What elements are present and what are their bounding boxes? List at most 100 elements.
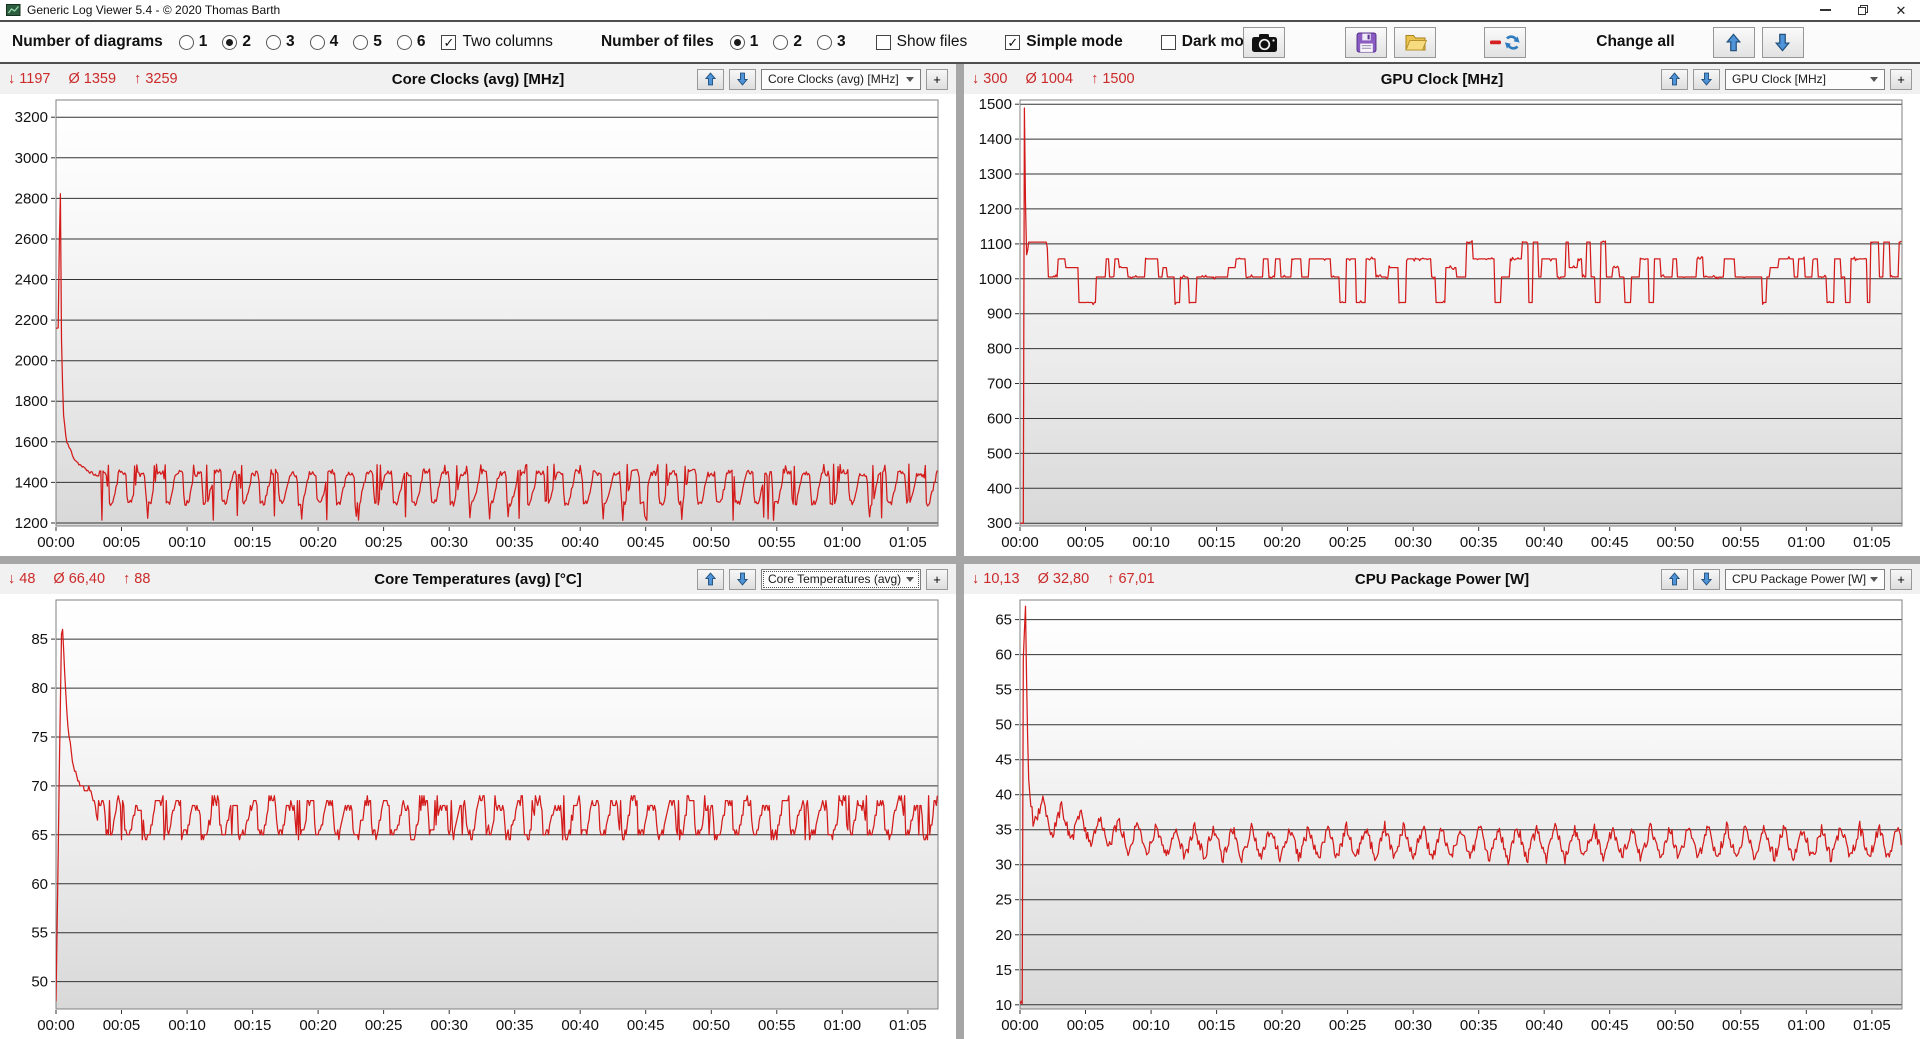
svg-text:01:00: 01:00 (824, 1017, 862, 1034)
radio-icon[interactable] (353, 35, 368, 50)
svg-text:01:00: 01:00 (1788, 534, 1826, 551)
svg-text:00:25: 00:25 (365, 1017, 403, 1034)
radio-icon[interactable] (773, 35, 788, 50)
add-metric-button[interactable]: + (926, 69, 948, 90)
metric-dropdown[interactable]: Core Clocks (avg) [MHz] (761, 69, 921, 90)
dark-mode-checkbox-box[interactable] (1161, 35, 1176, 50)
save-button[interactable] (1345, 27, 1387, 58)
two-columns-checkbox-box[interactable]: ✓ (441, 35, 456, 50)
svg-text:50: 50 (995, 717, 1012, 734)
radio-diagrams-2[interactable]: 2 (222, 33, 251, 51)
svg-text:00:35: 00:35 (1460, 534, 1498, 551)
svg-text:00:50: 00:50 (693, 1017, 731, 1034)
move-down-button[interactable] (729, 569, 756, 590)
svg-text:10: 10 (995, 997, 1012, 1014)
svg-text:00:25: 00:25 (1329, 1017, 1367, 1034)
svg-text:00:40: 00:40 (1525, 534, 1563, 551)
radio-icon[interactable] (310, 35, 325, 50)
radio-icon[interactable] (222, 35, 237, 50)
add-metric-button[interactable]: + (1890, 569, 1912, 590)
title-bar: Generic Log Viewer 5.4 - © 2020 Thomas B… (0, 0, 1920, 22)
close-button[interactable]: ✕ (1882, 0, 1920, 20)
stat-min: ↓ 1197 (8, 71, 50, 87)
radio-icon[interactable] (817, 35, 832, 50)
radio-diagrams-5[interactable]: 5 (353, 33, 382, 51)
chart-panel-core-clocks: ↓ 1197 Ø 1359 ↑ 3259 Core Clocks (avg) [… (0, 64, 956, 556)
minimize-icon (1820, 9, 1831, 11)
move-down-button[interactable] (1693, 69, 1720, 90)
chart-plot[interactable]: 1200140016001800200022002400260028003000… (0, 94, 956, 556)
arrow-down-icon (1701, 572, 1712, 586)
radio-icon[interactable] (730, 35, 745, 50)
metric-dropdown[interactable]: GPU Clock [MHz] (1725, 69, 1885, 90)
svg-text:01:05: 01:05 (889, 534, 927, 551)
dark-mode-checkbox[interactable]: Dark mod (1161, 33, 1254, 51)
chart-plot[interactable]: 10152025303540455055606500:0000:0500:100… (964, 594, 1920, 1039)
simple-mode-checkbox-box[interactable]: ✓ (1005, 35, 1020, 50)
move-down-button[interactable] (1693, 569, 1720, 590)
metric-dropdown[interactable]: Core Temperatures (avg) (761, 569, 921, 590)
chart-plot[interactable]: 505560657075808500:0000:0500:1000:1500:2… (0, 594, 956, 1039)
simple-mode-checkbox[interactable]: ✓ Simple mode (1005, 33, 1122, 51)
metric-dropdown-value: GPU Clock [MHz] (1732, 72, 1826, 86)
svg-text:2000: 2000 (15, 353, 48, 370)
chart-stats: ↓ 1197 Ø 1359 ↑ 3259 (8, 71, 178, 87)
show-files-checkbox-box[interactable] (876, 35, 891, 50)
change-all-down-button[interactable] (1762, 27, 1804, 58)
restore-button[interactable] (1844, 0, 1882, 20)
svg-text:00:50: 00:50 (1657, 534, 1695, 551)
svg-text:00:40: 00:40 (561, 534, 599, 551)
radio-files-2[interactable]: 2 (773, 33, 802, 51)
radio-diagrams-3[interactable]: 3 (266, 33, 295, 51)
radio-label: 3 (286, 33, 295, 51)
radio-icon[interactable] (266, 35, 281, 50)
radio-files-3[interactable]: 3 (817, 33, 846, 51)
metric-dropdown[interactable]: CPU Package Power [W] (1725, 569, 1885, 590)
window-title: Generic Log Viewer 5.4 - © 2020 Thomas B… (27, 3, 280, 17)
radio-files-1[interactable]: 1 (730, 33, 759, 51)
svg-text:400: 400 (987, 480, 1012, 497)
move-up-button[interactable] (1661, 569, 1688, 590)
add-metric-button[interactable]: + (926, 569, 948, 590)
chevron-down-icon (906, 77, 914, 82)
show-files-label: Show files (897, 33, 968, 51)
svg-text:65: 65 (31, 827, 48, 844)
svg-text:00:30: 00:30 (1394, 1017, 1432, 1034)
move-down-button[interactable] (729, 69, 756, 90)
svg-text:20: 20 (995, 927, 1012, 944)
svg-text:01:05: 01:05 (1853, 1017, 1891, 1034)
stat-avg: Ø 66,40 (53, 571, 105, 587)
arrow-down-icon (737, 572, 748, 586)
svg-text:35: 35 (995, 822, 1012, 839)
file-count-radios: 123 (730, 33, 846, 51)
add-metric-button[interactable]: + (1890, 69, 1912, 90)
chart-plot[interactable]: 3004005006007008009001000110012001300140… (964, 94, 1920, 556)
screenshot-button[interactable] (1243, 27, 1285, 58)
metric-dropdown-value: Core Clocks (avg) [MHz] (768, 72, 899, 86)
show-files-checkbox[interactable]: Show files (876, 33, 968, 51)
svg-text:1000: 1000 (979, 271, 1012, 288)
svg-text:00:10: 00:10 (168, 1017, 206, 1034)
save-icon (1356, 32, 1377, 53)
move-up-button[interactable] (697, 569, 724, 590)
radio-diagrams-6[interactable]: 6 (397, 33, 426, 51)
two-columns-checkbox[interactable]: ✓ Two columns (441, 33, 552, 51)
svg-text:3200: 3200 (15, 109, 48, 126)
svg-text:70: 70 (31, 778, 48, 795)
radio-diagrams-1[interactable]: 1 (179, 33, 208, 51)
move-up-button[interactable] (697, 69, 724, 90)
svg-text:00:25: 00:25 (1329, 534, 1367, 551)
svg-text:00:45: 00:45 (1591, 534, 1629, 551)
move-up-button[interactable] (1661, 69, 1688, 90)
svg-text:1300: 1300 (979, 166, 1012, 183)
radio-icon[interactable] (397, 35, 412, 50)
open-folder-button[interactable] (1394, 27, 1436, 58)
change-all-up-button[interactable] (1713, 27, 1755, 58)
svg-text:15: 15 (995, 962, 1012, 979)
minimize-button[interactable] (1806, 0, 1844, 20)
svg-text:55: 55 (31, 925, 48, 942)
radio-diagrams-4[interactable]: 4 (310, 33, 339, 51)
radio-icon[interactable] (179, 35, 194, 50)
reset-zoom-button[interactable] (1484, 27, 1526, 58)
svg-text:00:55: 00:55 (758, 1017, 796, 1034)
